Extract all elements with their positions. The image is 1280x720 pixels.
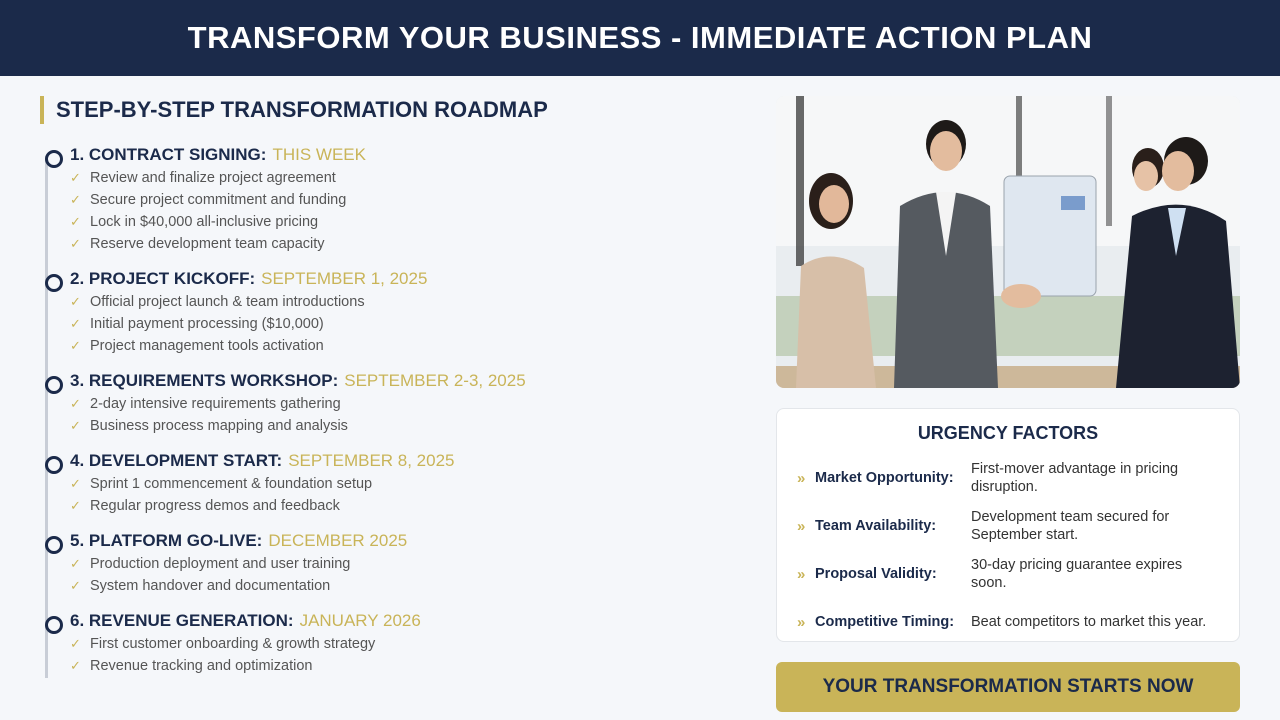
check-icon: ✓ bbox=[70, 556, 81, 571]
urgency-factor-text: First-mover advantage in pricing disrupt… bbox=[971, 461, 1179, 495]
step-item-text: Revenue tracking and optimization bbox=[90, 658, 313, 674]
roadmap-step: 4. DEVELOPMENT START: SEPTEMBER 8, 2025 ✓… bbox=[40, 448, 740, 517]
step-item-text: Business process mapping and analysis bbox=[90, 418, 348, 434]
urgency-factor-label: Competitive Timing: bbox=[815, 614, 955, 630]
check-icon: ✓ bbox=[70, 214, 81, 229]
step-item: ✓ Initial payment processing ($10,000) bbox=[70, 313, 740, 335]
step-item: ✓ Lock in $40,000 all-inclusive pricing bbox=[70, 211, 740, 233]
step-item-text: Regular progress demos and feedback bbox=[90, 498, 340, 514]
step-date: THIS WEEK bbox=[272, 145, 366, 164]
step-item-text: First customer onboarding & growth strat… bbox=[90, 636, 376, 652]
step-title: 4. DEVELOPMENT START: bbox=[70, 451, 283, 470]
step-item: ✓ Secure project commitment and funding bbox=[70, 189, 740, 211]
step-title: 2. PROJECT KICKOFF: bbox=[70, 269, 256, 288]
step-item: ✓ Regular progress demos and feedback bbox=[70, 495, 740, 517]
timeline-dot-icon bbox=[45, 616, 63, 634]
check-icon: ✓ bbox=[70, 316, 81, 331]
check-icon: ✓ bbox=[70, 658, 81, 673]
page-header: TRANSFORM YOUR BUSINESS - IMMEDIATE ACTI… bbox=[0, 0, 1280, 76]
urgency-factor: » Proposal Validity: 30-day pricing guar… bbox=[797, 550, 1219, 598]
step-item: ✓ Reserve development team capacity bbox=[70, 233, 740, 255]
step-item: ✓ Business process mapping and analysis bbox=[70, 415, 740, 437]
check-icon: ✓ bbox=[70, 578, 81, 593]
step-item-text: Reserve development team capacity bbox=[90, 236, 325, 252]
timeline-dot-icon bbox=[45, 376, 63, 394]
check-icon: ✓ bbox=[70, 338, 81, 353]
step-item: ✓ Official project launch & team introduc… bbox=[70, 291, 740, 313]
roadmap-step: 3. REQUIREMENTS WORKSHOP: SEPTEMBER 2-3, … bbox=[40, 368, 740, 437]
step-item: ✓ System handover and documentation bbox=[70, 575, 740, 597]
step-title: 3. REQUIREMENTS WORKSHOP: bbox=[70, 371, 339, 390]
step-item: ✓ 2-day intensive requirements gathering bbox=[70, 393, 740, 415]
double-chevron-right-icon: » bbox=[797, 517, 806, 535]
step-item-text: System handover and documentation bbox=[90, 578, 331, 594]
timeline-dot-icon bbox=[45, 536, 63, 554]
timeline-dot-icon bbox=[45, 274, 63, 292]
urgency-factor: » Market Opportunity: First-mover advant… bbox=[797, 454, 1219, 502]
check-icon: ✓ bbox=[70, 236, 81, 251]
roadmap-step: 2. PROJECT KICKOFF: SEPTEMBER 1, 2025 ✓ Of… bbox=[40, 266, 740, 357]
urgency-title: URGENCY FACTORS bbox=[917, 423, 1099, 443]
step-item-text: Review and finalize project agreement bbox=[90, 170, 336, 186]
urgency-factor: » Competitive Timing: Beat competitors t… bbox=[797, 598, 1219, 646]
check-icon: ✓ bbox=[70, 418, 81, 433]
timeline-dot-icon bbox=[45, 150, 63, 168]
step-item: ✓ Revenue tracking and optimization bbox=[70, 655, 740, 677]
step-item: ✓ Production deployment and user training bbox=[70, 553, 740, 575]
step-item-text: Lock in $40,000 all-inclusive pricing bbox=[90, 214, 319, 230]
check-icon: ✓ bbox=[70, 498, 81, 513]
step-item-text: Official project launch & team introduct… bbox=[90, 294, 365, 310]
urgency-factor: » Team Availability: Development team se… bbox=[797, 502, 1219, 550]
roadmap-step: 1. CONTRACT SIGNING: THIS WEEK ✓ Review an… bbox=[40, 142, 740, 255]
step-item-text: Initial payment processing ($10,000) bbox=[90, 316, 324, 332]
roadmap-timeline: 1. CONTRACT SIGNING: THIS WEEK ✓ Review an… bbox=[40, 142, 740, 688]
roadmap-step: 5. PLATFORM GO-LIVE: DECEMBER 2025 ✓ Produ… bbox=[40, 528, 740, 597]
step-item: ✓ First customer onboarding & growth stra… bbox=[70, 633, 740, 655]
check-icon: ✓ bbox=[70, 170, 81, 185]
business-handshake-photo bbox=[776, 96, 1240, 388]
step-item: ✓ Sprint 1 commencement & foundation setu… bbox=[70, 473, 740, 495]
step-title: 1. CONTRACT SIGNING: bbox=[70, 145, 267, 164]
urgency-factor-label: Market Opportunity: bbox=[815, 470, 954, 486]
step-date: SEPTEMBER 1, 2025 bbox=[261, 269, 428, 288]
step-item-text: 2-day intensive requirements gathering bbox=[90, 396, 341, 412]
check-icon: ✓ bbox=[70, 192, 81, 207]
step-item-text: Project management tools activation bbox=[90, 338, 324, 354]
step-date: SEPTEMBER 2-3, 2025 bbox=[344, 371, 526, 390]
check-icon: ✓ bbox=[70, 396, 81, 411]
check-icon: ✓ bbox=[70, 476, 81, 491]
step-item: ✓ Review and finalize project agreement bbox=[70, 167, 740, 189]
urgency-factor-label: Proposal Validity: bbox=[815, 566, 937, 582]
double-chevron-right-icon: » bbox=[797, 613, 806, 631]
step-date: SEPTEMBER 8, 2025 bbox=[288, 451, 455, 470]
urgency-factor-text: 30-day pricing guarantee expires soon. bbox=[971, 557, 1183, 591]
double-chevron-right-icon: » bbox=[797, 565, 806, 583]
urgency-factor-text: Beat competitors to market this year. bbox=[971, 614, 1207, 630]
transformation-cta-button[interactable]: YOUR TRANSFORMATION STARTS NOW bbox=[776, 662, 1240, 712]
step-title: 5. PLATFORM GO-LIVE: bbox=[70, 531, 263, 550]
step-date: DECEMBER 2025 bbox=[268, 531, 408, 550]
roadmap-title: STEP-BY-STEP TRANSFORMATION ROADMAP bbox=[40, 96, 548, 124]
step-date: JANUARY 2026 bbox=[299, 611, 421, 630]
urgency-factor-label: Team Availability: bbox=[815, 518, 937, 534]
urgency-factors-card: URGENCY FACTORS » Market Opportunity: Fi… bbox=[776, 408, 1240, 642]
step-item-text: Secure project commitment and funding bbox=[90, 192, 347, 208]
step-item: ✓ Project management tools activation bbox=[70, 335, 740, 357]
page-title: TRANSFORM YOUR BUSINESS - IMMEDIATE ACTI… bbox=[187, 20, 1093, 55]
timeline-dot-icon bbox=[45, 456, 63, 474]
step-title: 6. REVENUE GENERATION: bbox=[70, 611, 294, 630]
photo-illustration bbox=[776, 96, 1240, 388]
urgency-factor-text: Development team secured for September s… bbox=[971, 509, 1170, 543]
step-item-text: Production deployment and user training bbox=[90, 556, 351, 572]
double-chevron-right-icon: » bbox=[797, 469, 806, 487]
check-icon: ✓ bbox=[70, 636, 81, 651]
check-icon: ✓ bbox=[70, 294, 81, 309]
step-item-text: Sprint 1 commencement & foundation setup bbox=[90, 476, 373, 492]
roadmap-step: 6. REVENUE GENERATION: JANUARY 2026 ✓ Firs… bbox=[40, 608, 740, 677]
